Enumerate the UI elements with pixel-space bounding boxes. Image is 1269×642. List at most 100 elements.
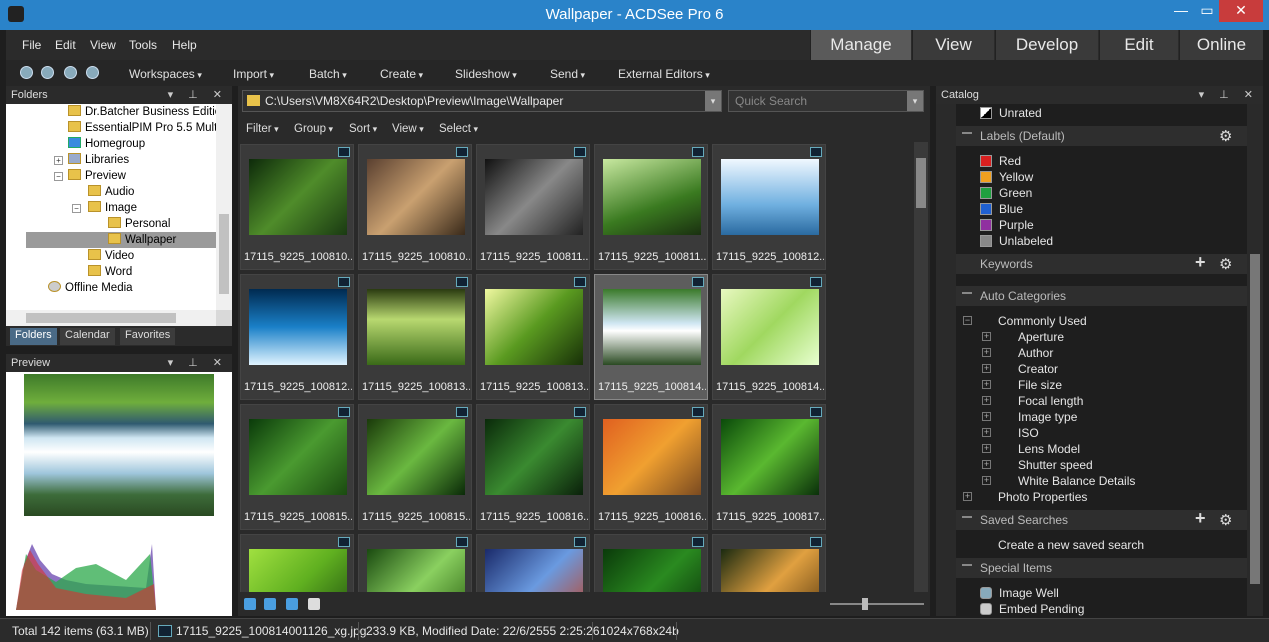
expand-icon[interactable]: + [982,348,991,357]
tree-item-homegroup[interactable]: Homegroup [68,136,145,152]
group-menu[interactable]: Group [294,123,333,135]
auto-category-item[interactable]: Focal length [1018,394,1083,408]
menu-tools[interactable]: Tools [129,38,157,52]
labels-section[interactable]: Labels (Default) [956,126,1248,146]
expand-icon[interactable]: + [982,396,991,405]
collapse-icon[interactable]: − [963,316,972,325]
chevron-down-icon[interactable]: ▾ [705,91,721,111]
filter-menu[interactable]: Filter [246,123,279,135]
expand-icon[interactable]: + [54,156,63,165]
up-icon[interactable] [86,66,99,79]
tab-folders[interactable]: Folders [10,328,57,345]
tree-item-personal[interactable]: Personal [108,216,170,232]
gear-icon[interactable]: ⚙ [1219,255,1232,273]
rotate-left-icon[interactable] [264,598,276,610]
label-green[interactable]: Green [980,186,1032,200]
create-saved-search[interactable]: Create a new saved search [998,538,1144,552]
menu-help[interactable]: Help [172,38,197,52]
catalog-vscroll[interactable] [1247,104,1263,616]
thumbnail[interactable]: 17115_9225_100810... [240,144,354,270]
expand-icon[interactable]: + [982,412,991,421]
toolbar-create[interactable]: Create [380,67,423,81]
thumbnail[interactable]: 17115_9225_100812... [712,144,826,270]
label-unlabeled[interactable]: Unlabeled [980,234,1053,248]
thumbnail[interactable] [358,534,472,592]
image-well-icon[interactable] [244,598,256,610]
expand-icon[interactable]: + [982,460,991,469]
thumbnail[interactable] [476,534,590,592]
expand-icon[interactable]: + [982,428,991,437]
label-purple[interactable]: Purple [980,218,1034,232]
sort-menu[interactable]: Sort [349,123,377,135]
chevron-down-icon[interactable]: ▾ [907,91,923,111]
thumbnail[interactable]: 17115_9225_100811... [594,144,708,270]
folder-tree-vscroll[interactable] [216,104,232,310]
mode-edit[interactable]: Edit [1099,30,1178,60]
thumbnail[interactable] [240,534,354,592]
thumbnail[interactable]: 17115_9225_100811... [476,144,590,270]
thumbnail[interactable]: 17115_9225_100817... [712,404,826,530]
mode-manage[interactable]: Manage [810,30,911,60]
expand-icon[interactable]: + [963,492,972,501]
thumbnail[interactable]: 17115_9225_100815... [240,404,354,530]
auto-category-item[interactable]: White Balance Details [1018,474,1135,488]
quick-search-input[interactable]: Quick Search ▾ [728,90,924,112]
thumbnail[interactable]: 17115_9225_100813... [358,274,472,400]
thumbnail[interactable]: 17115_9225_100814... [712,274,826,400]
expand-icon[interactable]: + [982,364,991,373]
thumbnail[interactable]: 17115_9225_100812... [240,274,354,400]
tree-item[interactable]: Dr.Batcher Business Editio [68,104,216,120]
auto-category-item[interactable]: Lens Model [1018,442,1080,456]
thumbnail[interactable]: 17115_9225_100810... [358,144,472,270]
collapse-icon[interactable]: − [54,172,63,181]
auto-category-item[interactable]: ISO [1018,426,1039,440]
tree-item-preview[interactable]: Preview [68,168,126,184]
close-icon[interactable]: ✕ [1219,0,1263,22]
view-menu[interactable]: View [392,123,424,135]
back-icon[interactable] [41,66,54,79]
slideshow-icon[interactable] [308,598,320,610]
thumbnail[interactable]: 17115_9225_100815... [358,404,472,530]
embed-pending-item[interactable]: Embed Pending [980,602,1084,616]
expand-icon[interactable]: + [982,476,991,485]
expand-icon[interactable]: + [982,444,991,453]
thumbnail[interactable]: 17115_9225_100813... [476,274,590,400]
toolbar-send[interactable]: Send [550,67,585,81]
tree-item-audio[interactable]: Audio [88,184,134,200]
auto-category-item[interactable]: Shutter speed [1018,458,1093,472]
gear-icon[interactable]: ⚙ [1219,511,1232,529]
gear-icon[interactable]: ⚙ [1219,127,1232,145]
add-icon[interactable]: + [1195,252,1206,273]
mode-develop[interactable]: Develop [995,30,1098,60]
panel-controls-icon[interactable]: ▾ ⊥ ✕ [168,88,228,101]
toolbar-workspaces[interactable]: Workspaces [129,67,202,81]
path-bar[interactable]: C:\Users\VM8X64R2\Desktop\Preview\Image\… [242,90,722,112]
photo-properties[interactable]: Photo Properties [998,490,1087,504]
auto-category-item[interactable]: Aperture [1018,330,1064,344]
toolbar-slideshow[interactable]: Slideshow [455,67,517,81]
thumbnail[interactable]: 17115_9225_100814... [594,274,708,400]
maximize-icon[interactable]: ▭ [1192,0,1222,22]
expand-icon[interactable]: + [982,332,991,341]
thumbnail[interactable] [594,534,708,592]
tree-item-wallpaper[interactable]: Wallpaper [26,232,216,248]
auto-categories-section[interactable]: Auto Categories [956,286,1248,306]
menu-edit[interactable]: Edit [55,38,76,52]
expand-icon[interactable]: + [982,380,991,389]
mode-view[interactable]: View [912,30,994,60]
add-icon[interactable]: + [1195,508,1206,529]
zoom-slider[interactable] [830,598,924,610]
toolbar-batch[interactable]: Batch [309,67,347,81]
panel-controls-icon[interactable]: ▾ ⊥ ✕ [168,356,228,369]
rotate-right-icon[interactable] [286,598,298,610]
collapse-icon[interactable]: − [72,204,81,213]
tree-item-image[interactable]: Image [88,200,137,216]
toolbar-import[interactable]: Import [233,67,274,81]
panel-controls-icon[interactable]: ▾ ⊥ ✕ [1199,88,1259,101]
commonly-used[interactable]: Commonly Used [998,314,1087,328]
tree-item[interactable]: EssentialPIM Pro 5.5 Multil [68,120,216,136]
auto-category-item[interactable]: Author [1018,346,1053,360]
tab-calendar[interactable]: Calendar [60,328,115,345]
tree-item-word[interactable]: Word [88,264,132,280]
thumbnail[interactable]: 17115_9225_100816... [476,404,590,530]
